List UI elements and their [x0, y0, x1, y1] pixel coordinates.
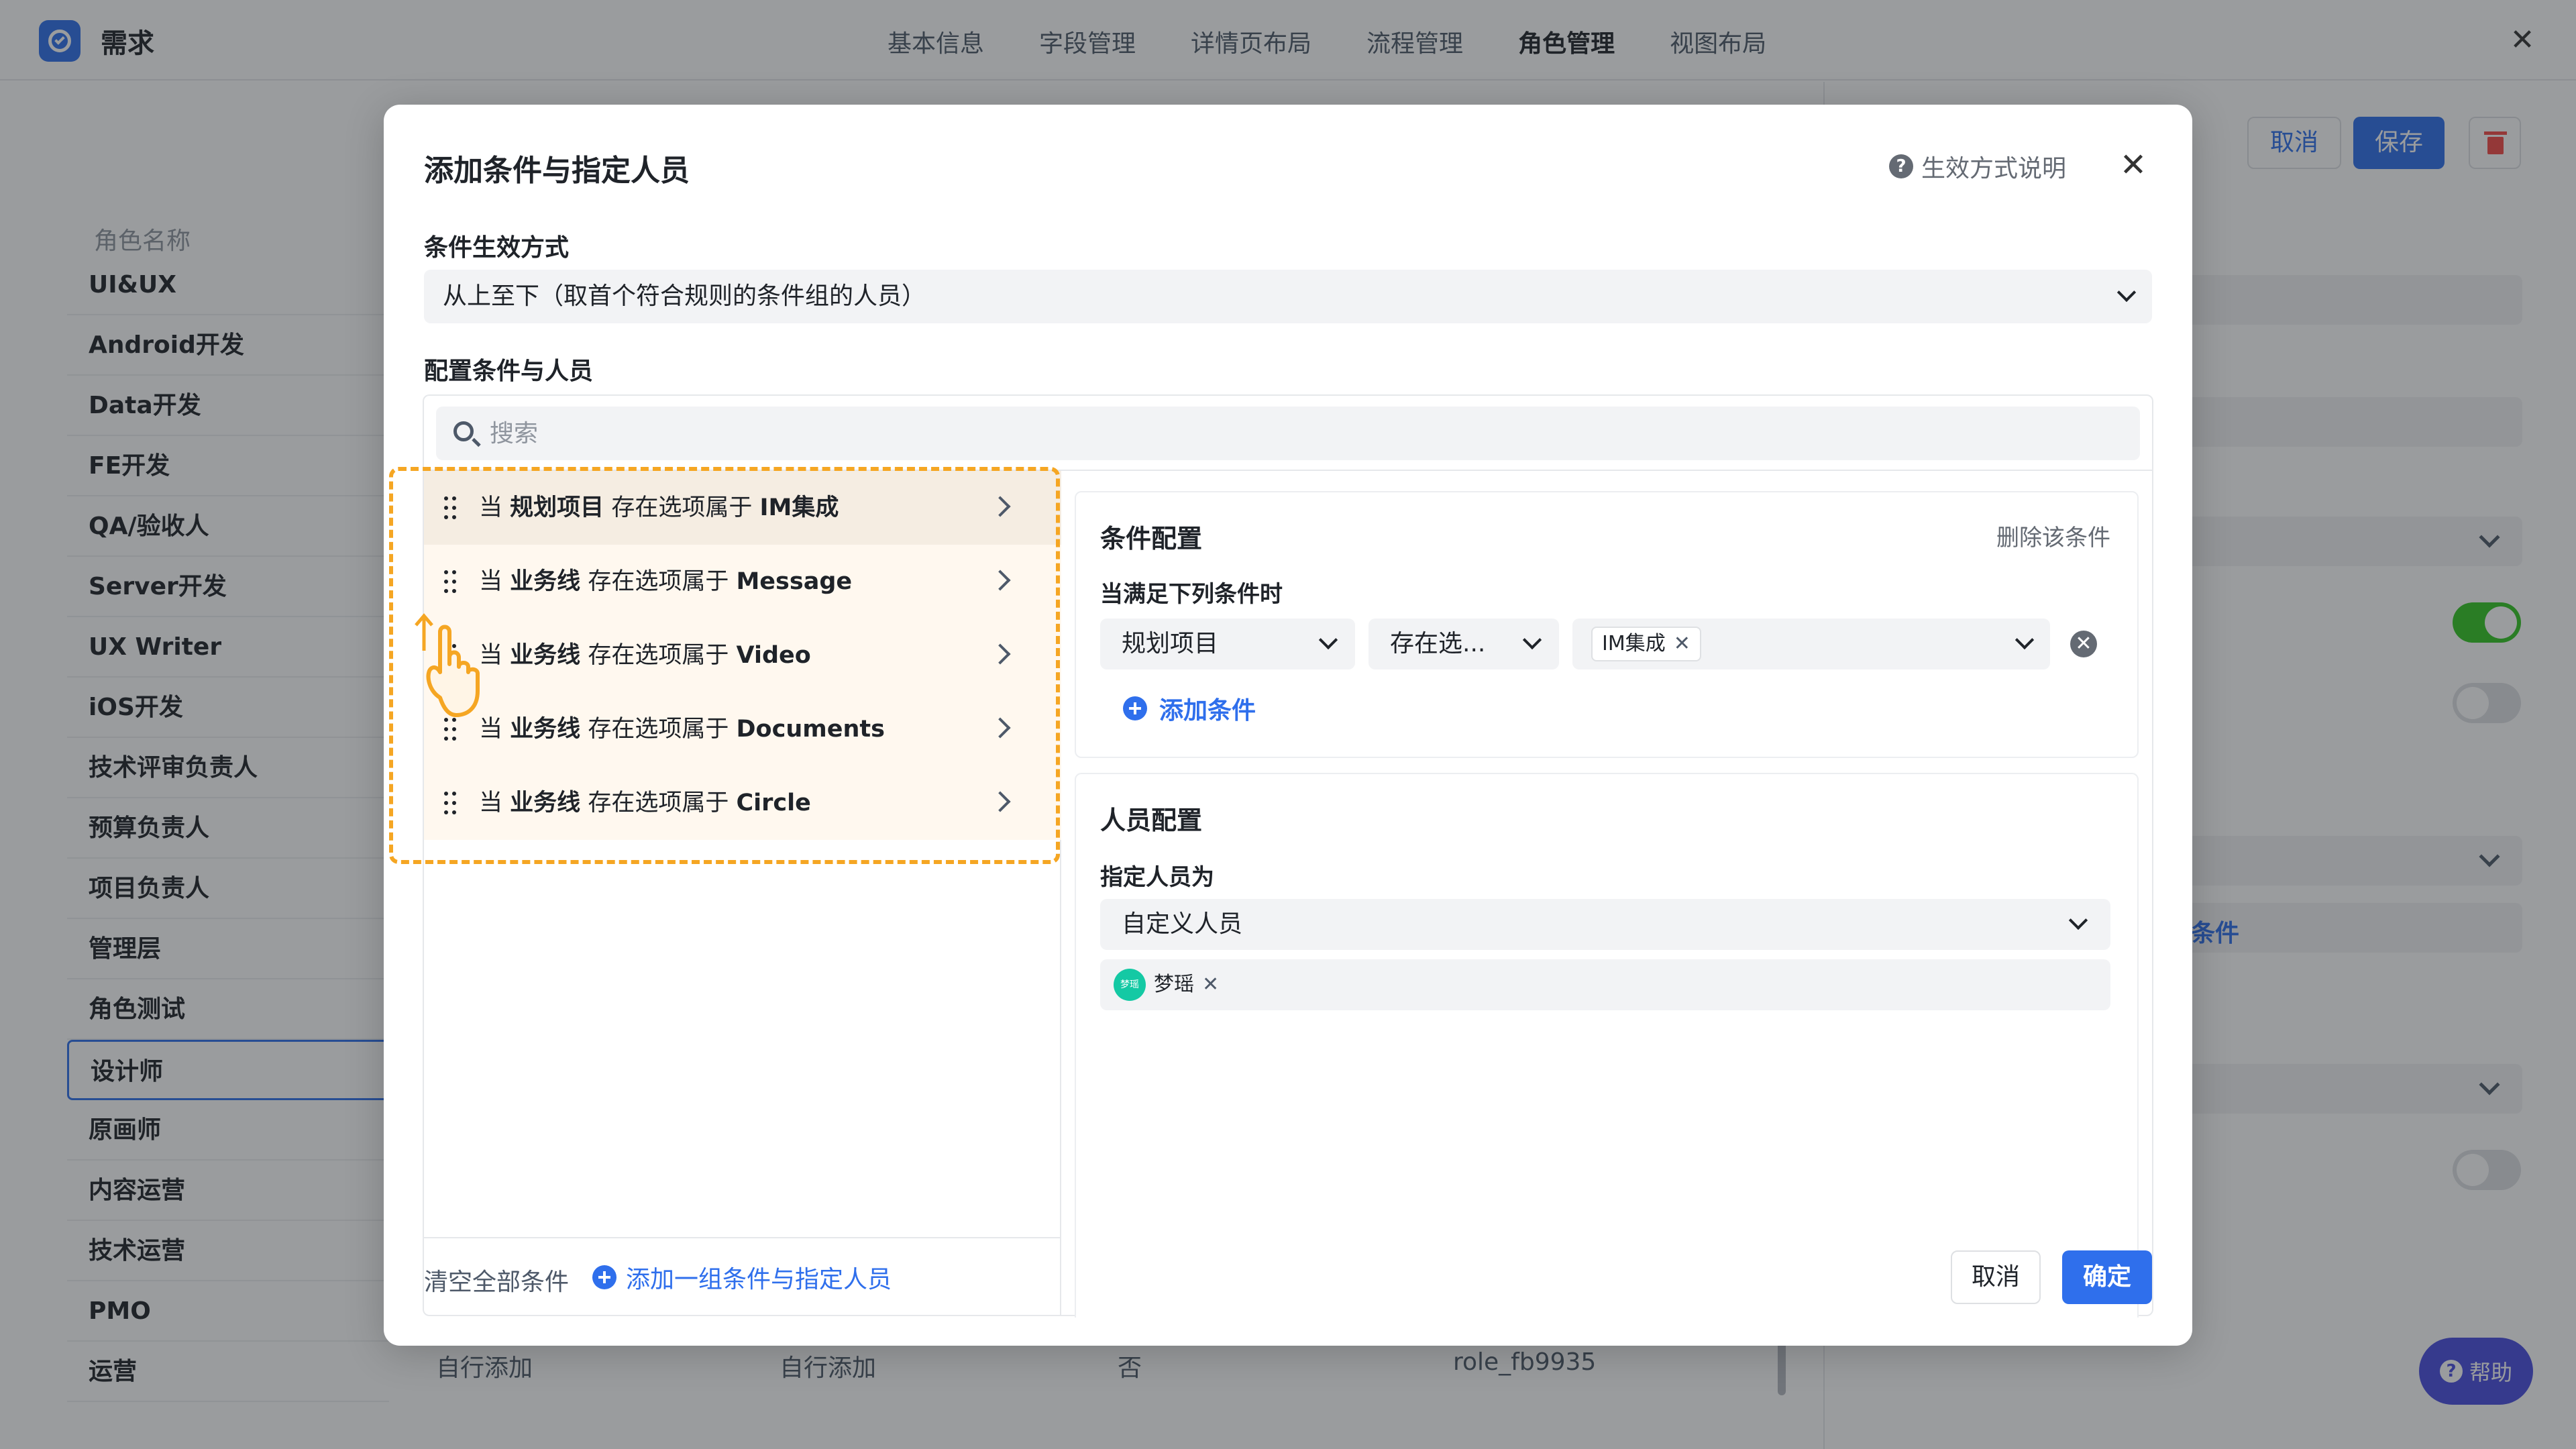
field-select[interactable]: 规划项目	[1100, 619, 1355, 669]
plus-circle-icon	[1123, 696, 1147, 720]
search-input[interactable]	[490, 407, 2100, 460]
close-icon[interactable]: ✕	[1674, 628, 1690, 660]
mode-label: 条件生效方式	[424, 234, 570, 262]
avatar: 梦瑶	[1114, 969, 1146, 1001]
add-condition-button[interactable]: 添加条件	[1123, 691, 1256, 726]
add-group-label: 添加一组条件与指定人员	[625, 1266, 892, 1293]
drag-handle-icon[interactable]	[444, 718, 456, 741]
chevron-down-icon	[2068, 910, 2088, 930]
person-field[interactable]	[1100, 959, 2110, 1010]
chevron-down-icon	[2116, 282, 2137, 303]
condition-text: 当 业务线 存在选项属于 Message	[479, 568, 853, 595]
drag-hand-cursor-icon	[415, 613, 480, 717]
chevron-down-icon	[1318, 630, 1338, 650]
person-name: 梦瑶	[1154, 973, 1194, 996]
add-condition-label: 添加条件	[1159, 697, 1256, 724]
search-icon	[453, 421, 474, 441]
when-label: 当满足下列条件时	[1100, 581, 1283, 608]
delete-condition-link[interactable]: 删除该条件	[1996, 519, 2110, 552]
drag-handle-icon[interactable]	[444, 496, 456, 519]
chevron-right-icon	[989, 717, 1011, 739]
value-tag-label: IM集成	[1602, 632, 1666, 655]
remove-circle-icon[interactable]: ✕	[2070, 631, 2097, 657]
field-select-value: 规划项目	[1122, 630, 1219, 657]
confirm-button[interactable]: 确定	[2062, 1250, 2152, 1304]
condition-text: 当 规划项目 存在选项属于 IM集成	[479, 494, 839, 521]
config-label: 配置条件与人员	[424, 358, 594, 385]
panel-title: 人员配置	[1100, 806, 1203, 835]
operator-select[interactable]: 存在选...	[1368, 619, 1559, 669]
condition-item[interactable]: 当 规划项目 存在选项属于 IM集成	[424, 471, 1061, 545]
chevron-down-icon	[2015, 630, 2035, 650]
chevron-right-icon	[989, 570, 1011, 591]
assign-label: 指定人员为	[1100, 864, 1214, 891]
question-icon: ?	[1889, 154, 1913, 178]
mode-select-value: 从上至下（取首个符合规则的条件组的人员）	[443, 282, 926, 310]
panel-title: 条件配置	[1100, 524, 1203, 553]
effect-help-text: 生效方式说明	[1921, 155, 2067, 182]
plus-circle-icon	[592, 1265, 616, 1289]
person-tag: 梦瑶 梦瑶 ✕	[1110, 967, 1223, 1002]
close-icon[interactable]: ✕	[1202, 969, 1219, 1001]
value-tag: IM集成 ✕	[1591, 627, 1701, 661]
clear-all-button[interactable]: 清空全部条件	[424, 1263, 569, 1297]
chevron-right-icon	[989, 496, 1011, 517]
config-container: 当 规划项目 存在选项属于 IM集成 当 业务线 存在选项属于 Message	[423, 394, 2153, 1318]
condition-item[interactable]: 当 业务线 存在选项属于 Documents	[424, 692, 1061, 766]
assign-select-value: 自定义人员	[1122, 910, 1243, 938]
chevron-right-icon	[989, 643, 1011, 665]
close-icon[interactable]: ✕	[2113, 145, 2153, 185]
condition-item[interactable]: 当 业务线 存在选项属于 Video	[424, 619, 1061, 692]
effect-help-link[interactable]: ? 生效方式说明	[1889, 149, 2066, 184]
person-config-panel: 人员配置 指定人员为 自定义人员 梦瑶 梦瑶 ✕	[1075, 773, 2139, 1318]
condition-config-panel: 条件配置 删除该条件 当满足下列条件时 规划项目 存在选... IM集成 ✕ ✕…	[1075, 491, 2139, 758]
condition-text: 当 业务线 存在选项属于 Documents	[479, 716, 885, 743]
add-condition-modal: 添加条件与指定人员 ? 生效方式说明 ✕ 条件生效方式 从上至下（取首个符合规则…	[384, 105, 2192, 1346]
condition-item[interactable]: 当 业务线 存在选项属于 Message	[424, 545, 1061, 619]
mode-select[interactable]: 从上至下（取首个符合规则的条件组的人员）	[424, 270, 2152, 323]
condition-item[interactable]: 当 业务线 存在选项属于 Circle	[424, 766, 1061, 840]
condition-text: 当 业务线 存在选项属于 Video	[479, 642, 811, 669]
search-bar	[436, 407, 2140, 460]
operator-select-value: 存在选...	[1390, 630, 1486, 657]
cancel-button[interactable]: 取消	[1951, 1250, 2041, 1304]
condition-list: 当 规划项目 存在选项属于 IM集成 当 业务线 存在选项属于 Message	[424, 471, 1061, 1316]
assign-select[interactable]: 自定义人员	[1100, 899, 2110, 950]
modal-title: 添加条件与指定人员	[424, 154, 690, 188]
drag-handle-icon[interactable]	[444, 570, 456, 593]
chevron-down-icon	[1522, 630, 1542, 650]
condition-text: 当 业务线 存在选项属于 Circle	[479, 790, 811, 816]
drag-handle-icon[interactable]	[444, 792, 456, 814]
chevron-right-icon	[989, 791, 1011, 812]
